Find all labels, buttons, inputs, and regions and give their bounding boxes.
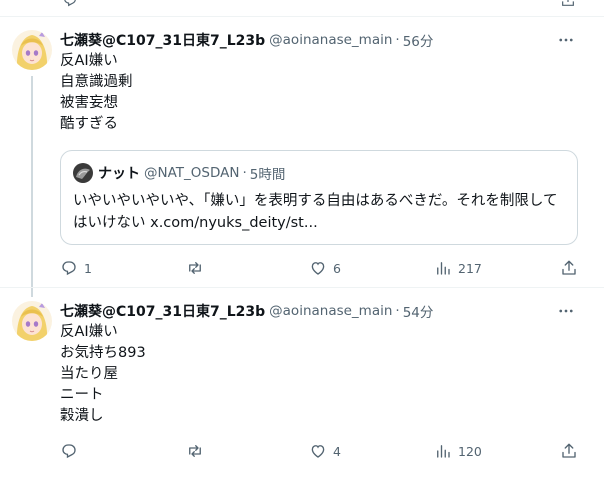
quoted-tweet-text: いやいやいやいや、「嫌い」を表明する自由はあるべきだ。それを制限してはいけない …	[73, 193, 558, 231]
tweet-text-line: 被害妄想	[60, 95, 118, 111]
quoted-avatar[interactable]	[73, 163, 93, 183]
share-icon	[562, 443, 576, 458]
username[interactable]: @aoinanase_main	[269, 303, 392, 319]
tweet-header: 七瀬葵@C107_31日東7_L23b @aoinanase_main · 56…	[60, 30, 433, 50]
tweet-text-line: 自意識過剰	[60, 74, 133, 90]
heart-icon	[311, 262, 325, 275]
quoted-tweet-header: ナット @NAT_OSDAN · 5時間	[73, 163, 285, 183]
reply-icon	[62, 444, 76, 459]
views-button[interactable]: 120	[434, 441, 482, 461]
previous-tweet-actions	[0, 0, 604, 8]
quoted-display-name[interactable]: ナット	[98, 163, 140, 183]
tweet-actions: 4 120	[60, 441, 584, 461]
separator: ·	[395, 303, 400, 319]
like-count: 4	[333, 443, 341, 459]
reply-icon[interactable]	[62, 0, 78, 8]
username[interactable]: @aoinanase_main	[269, 32, 392, 48]
view-count: 217	[458, 260, 482, 276]
tweet[interactable]: 七瀬葵@C107_31日東7_L23b @aoinanase_main · 56…	[0, 30, 604, 297]
share-icon[interactable]	[560, 0, 576, 8]
tweet-text-line: お気持ち893	[60, 345, 146, 361]
more-icon	[559, 309, 573, 313]
tweet-text: 反AI嫌い 自意識過剰 被害妄想 酷すぎる	[60, 51, 133, 135]
display-name[interactable]: 七瀬葵@C107_31日東7_L23b	[60, 30, 265, 50]
quoted-tweet[interactable]: ナット @NAT_OSDAN · 5時間 いやいやいやいや、「嫌い」を表明する自…	[60, 150, 578, 245]
avatar-illustration	[12, 30, 52, 70]
timestamp[interactable]: 56分	[403, 30, 434, 50]
tweet-text-line: 穀潰し	[60, 408, 104, 424]
timestamp[interactable]: 54分	[403, 301, 434, 321]
views-icon	[437, 262, 450, 275]
quoted-timestamp[interactable]: 5時間	[250, 163, 286, 183]
avatar[interactable]	[12, 301, 52, 341]
reply-button[interactable]: 1	[60, 258, 92, 278]
like-count: 6	[333, 260, 341, 276]
reply-count: 1	[84, 260, 92, 276]
tweet-text: 反AI嫌い お気持ち893 当たり屋 ニート 穀潰し	[60, 322, 146, 427]
views-icon	[437, 445, 450, 458]
divider	[0, 16, 604, 17]
like-button[interactable]: 4	[309, 441, 341, 461]
share-button[interactable]	[560, 441, 578, 461]
view-count: 120	[458, 443, 482, 459]
avatar-illustration	[12, 301, 52, 341]
quoted-username[interactable]: @NAT_OSDAN	[144, 165, 239, 181]
tweet-text-line: 反AI嫌い	[60, 53, 118, 69]
repost-icon	[189, 445, 201, 457]
separator: ·	[242, 165, 247, 181]
more-icon	[559, 38, 573, 42]
repost-button[interactable]	[186, 258, 210, 278]
quoted-avatar-image	[73, 163, 93, 183]
tweet-text-line: 当たり屋	[60, 366, 118, 382]
views-button[interactable]: 217	[434, 258, 482, 278]
more-button[interactable]	[556, 301, 576, 321]
reply-icon	[62, 261, 76, 276]
repost-icon	[189, 262, 201, 274]
tweet-actions: 1 6 217	[60, 258, 584, 278]
thread-connector	[31, 76, 33, 297]
tweet-text-line: 酷すぎる	[60, 116, 118, 132]
repost-button[interactable]	[186, 441, 210, 461]
like-button[interactable]: 6	[309, 258, 341, 278]
tweet[interactable]: 七瀬葵@C107_31日東7_L23b @aoinanase_main · 54…	[0, 301, 604, 480]
share-icon	[562, 260, 576, 275]
avatar[interactable]	[12, 30, 52, 70]
reply-button[interactable]	[60, 441, 84, 461]
share-button[interactable]	[560, 258, 578, 278]
separator: ·	[395, 32, 400, 48]
tweet-header: 七瀬葵@C107_31日東7_L23b @aoinanase_main · 54…	[60, 301, 433, 321]
more-button[interactable]	[556, 30, 576, 50]
tweet-text-line: 反AI嫌い	[60, 324, 118, 340]
tweet-text-line: ニート	[60, 387, 104, 403]
display-name[interactable]: 七瀬葵@C107_31日東7_L23b	[60, 301, 265, 321]
divider	[0, 287, 604, 288]
heart-icon	[311, 445, 325, 458]
